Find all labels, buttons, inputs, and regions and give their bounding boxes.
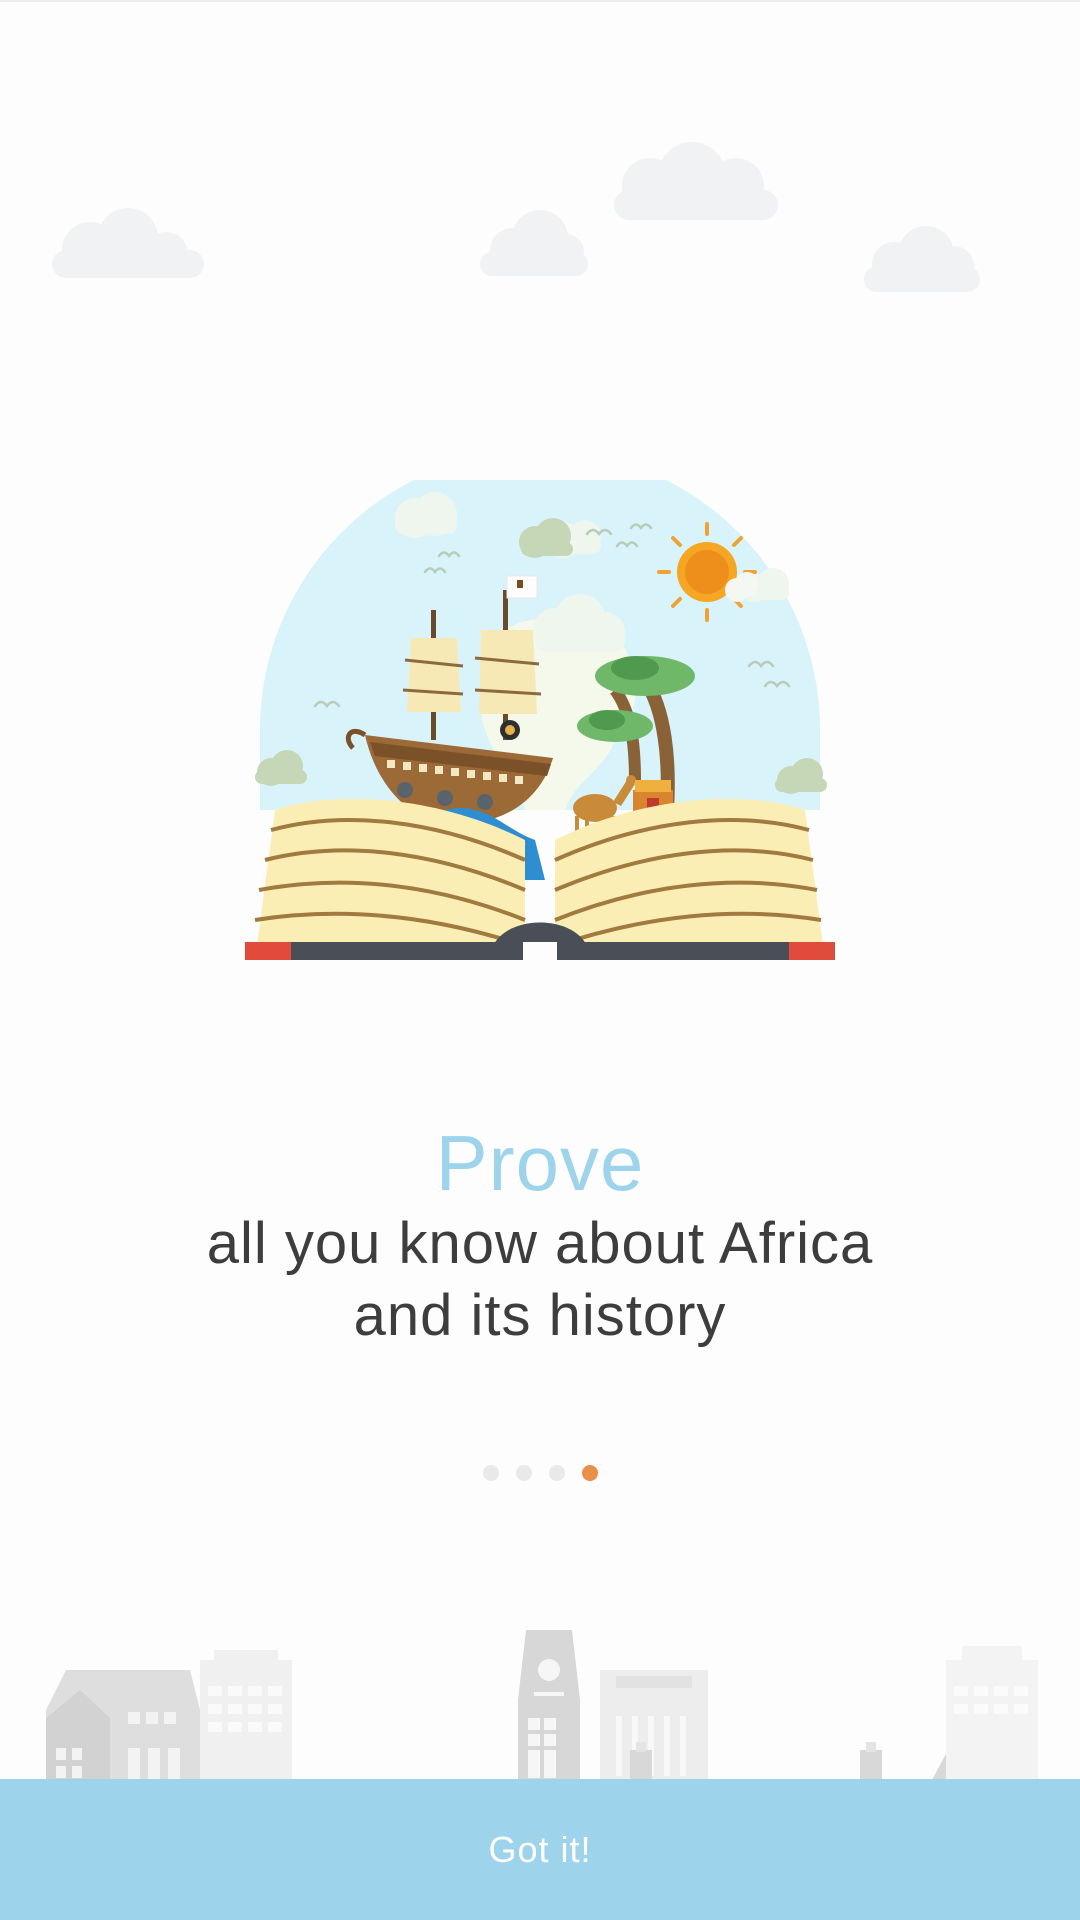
cloud-2 — [480, 210, 588, 276]
page-dot-3[interactable] — [548, 1465, 565, 1481]
city-skyline — [46, 1630, 1038, 1780]
background-clouds — [52, 142, 980, 292]
page-dot-2[interactable] — [515, 1465, 532, 1481]
page-dot-4-active[interactable] — [581, 1465, 598, 1481]
headline-line-2: and its history — [353, 1283, 727, 1348]
cloud-4 — [864, 226, 980, 292]
headline-line-1: all you know about Africa — [206, 1211, 874, 1276]
cloud-3 — [614, 142, 778, 220]
page-dot-1[interactable] — [482, 1465, 499, 1481]
hero-illustration — [235, 480, 845, 960]
headline: Prove all you know about Africa and its … — [0, 1118, 1080, 1352]
cloud-1 — [52, 208, 204, 278]
got-it-button[interactable]: Got it! — [0, 1779, 1080, 1920]
headline-accent: Prove — [435, 1119, 645, 1207]
onboarding-screen: Prove all you know about Africa and its … — [0, 0, 1080, 1920]
page-indicator — [0, 1465, 1080, 1485]
